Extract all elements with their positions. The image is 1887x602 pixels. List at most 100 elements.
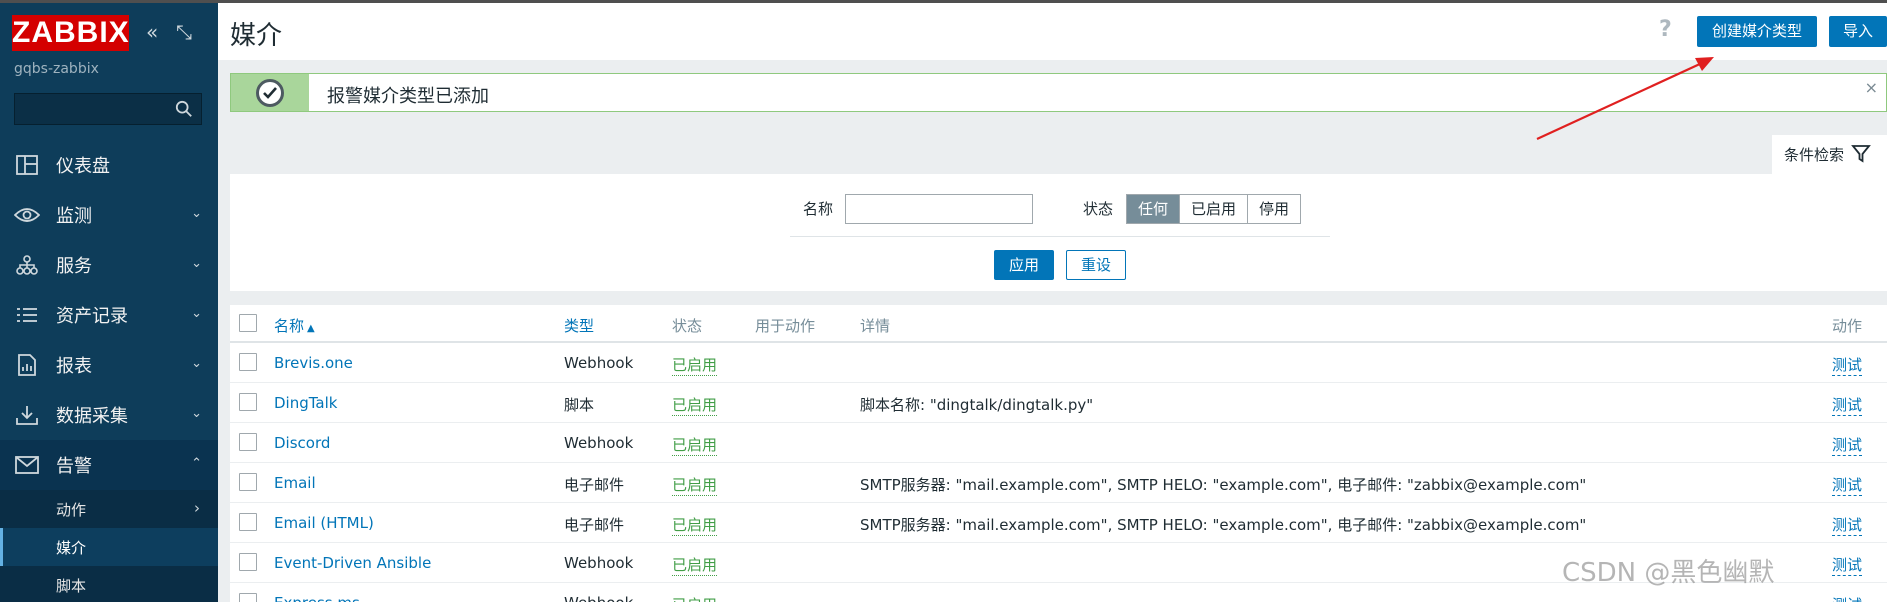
success-icon-area xyxy=(231,74,309,111)
test-link[interactable]: 测试 xyxy=(1832,474,1863,496)
filter-tab-label: 条件检索 xyxy=(1784,146,1845,164)
test-link[interactable]: 测试 xyxy=(1832,514,1863,536)
page-header: 媒介 ? 创建媒介类型 导入 xyxy=(218,3,1887,60)
menu-item-services[interactable]: 服务 ⌄ xyxy=(0,240,218,290)
sidebar: ZABBIX « ⤡ gqbs-zabbix 仪表盘 监测 ⌄ 服务 ⌄ 资产记… xyxy=(0,3,218,602)
status-toggle[interactable]: 已启用 xyxy=(672,554,718,576)
row-checkbox[interactable] xyxy=(239,593,257,602)
kiosk-mode-icon[interactable]: ⤡ xyxy=(176,21,192,43)
menu-item-label: 服务 xyxy=(56,256,92,277)
menu-item-label: 数据采集 xyxy=(56,406,128,427)
status-option-disabled[interactable]: 停用 xyxy=(1247,195,1301,223)
submenu-item-label: 脚本 xyxy=(56,576,87,595)
column-type[interactable]: 类型 xyxy=(564,315,594,336)
menu-item-reports[interactable]: 报表 ⌄ xyxy=(0,340,218,390)
menu-item-label: 仪表盘 xyxy=(56,156,110,177)
media-type-name-link[interactable]: DingTalk xyxy=(274,394,337,412)
test-link[interactable]: 测试 xyxy=(1832,434,1863,456)
envelope-icon xyxy=(14,454,40,476)
search-icon[interactable] xyxy=(175,100,193,118)
status-toggle[interactable]: 已启用 xyxy=(672,594,717,602)
table-row: Brevis.one Webhook 已启用 测试 xyxy=(230,343,1887,383)
status-toggle[interactable]: 已启用 xyxy=(672,354,718,376)
collapse-sidebar-icon[interactable]: « xyxy=(146,21,158,43)
submenu-item-label: 动作 xyxy=(56,500,87,519)
status-toggle[interactable]: 已启用 xyxy=(672,394,718,416)
message-text: 报警媒介类型已添加 xyxy=(327,86,489,107)
report-icon xyxy=(14,354,40,376)
media-type-type: 脚本 xyxy=(564,396,595,414)
media-type-name-link[interactable]: Express.ms xyxy=(274,594,360,602)
submenu-item-media-types[interactable]: 媒介 xyxy=(0,528,218,566)
chevron-down-icon: ⌄ xyxy=(191,406,202,421)
submenu-item-scripts[interactable]: 脚本 xyxy=(0,566,218,602)
menu-item-alerts[interactable]: 告警 ⌃ xyxy=(0,440,218,490)
test-link[interactable]: 测试 xyxy=(1832,554,1863,576)
column-name-label: 名称 xyxy=(274,317,305,335)
row-checkbox[interactable] xyxy=(239,513,257,531)
eye-icon xyxy=(14,204,40,226)
chevron-right-icon: › xyxy=(194,499,200,517)
media-type-type: 电子邮件 xyxy=(564,516,625,534)
submenu-item-actions[interactable]: 动作 › xyxy=(0,490,218,528)
name-filter-input[interactable] xyxy=(845,194,1033,224)
download-icon xyxy=(14,404,40,426)
table-header: 名称 ▲ 类型 状态 用于动作 详情 动作 xyxy=(230,305,1887,343)
media-type-type: Webhook xyxy=(564,354,634,372)
check-icon xyxy=(256,78,284,107)
media-type-details: SMTP服务器: "mail.example.com", SMTP HELO: … xyxy=(860,516,1587,534)
test-link[interactable]: 测试 xyxy=(1832,394,1863,416)
media-type-details: 脚本名称: "dingtalk/dingtalk.py" xyxy=(860,396,1094,414)
reset-button[interactable]: 重设 xyxy=(1066,250,1126,280)
import-button[interactable]: 导入 xyxy=(1829,16,1887,47)
test-link[interactable]: 测试 xyxy=(1832,354,1863,376)
menu-item-inventory[interactable]: 资产记录 ⌄ xyxy=(0,290,218,340)
status-toggle[interactable]: 已启用 xyxy=(672,434,718,456)
sidebar-search-input[interactable] xyxy=(14,93,202,125)
close-icon[interactable]: × xyxy=(1865,78,1878,97)
row-checkbox[interactable] xyxy=(239,393,257,411)
row-checkbox[interactable] xyxy=(239,473,257,491)
row-checkbox[interactable] xyxy=(239,353,257,371)
status-toggle[interactable]: 已启用 xyxy=(672,514,718,536)
column-used-in-actions: 用于动作 xyxy=(755,317,816,335)
page-title: 媒介 xyxy=(230,21,283,51)
zabbix-logo[interactable]: ZABBIX xyxy=(12,15,129,51)
media-type-name-link[interactable]: Event-Driven Ansible xyxy=(274,554,431,572)
media-type-name-link[interactable]: Brevis.one xyxy=(274,354,353,372)
table-row: Email (HTML) 电子邮件 已启用 SMTP服务器: "mail.exa… xyxy=(230,503,1887,543)
column-name[interactable]: 名称 ▲ xyxy=(274,315,315,336)
menu-item-label: 报表 xyxy=(56,356,92,377)
menu-item-monitoring[interactable]: 监测 ⌄ xyxy=(0,190,218,240)
filter-tab[interactable]: 条件检索 xyxy=(1772,135,1887,174)
create-media-type-button[interactable]: 创建媒介类型 xyxy=(1697,16,1817,47)
filter-panel: 名称 状态 任何 已启用 停用 应用 重设 xyxy=(230,174,1887,291)
menu-item-data-collection[interactable]: 数据采集 ⌄ xyxy=(0,390,218,440)
chevron-down-icon: ⌄ xyxy=(191,306,202,321)
services-icon xyxy=(14,254,40,276)
menu-item-label: 监测 xyxy=(56,206,92,227)
status-label: 状态 xyxy=(1083,200,1114,218)
media-type-name-link[interactable]: Email (HTML) xyxy=(274,514,374,532)
media-type-name-link[interactable]: Discord xyxy=(274,434,330,452)
select-all-checkbox[interactable] xyxy=(239,314,257,332)
table-row: Email 电子邮件 已启用 SMTP服务器: "mail.example.co… xyxy=(230,463,1887,503)
apply-button[interactable]: 应用 xyxy=(994,250,1054,280)
server-name: gqbs-zabbix xyxy=(14,61,99,77)
filter-divider xyxy=(790,236,1330,237)
row-checkbox[interactable] xyxy=(239,433,257,451)
main-menu: 仪表盘 监测 ⌄ 服务 ⌄ 资产记录 ⌄ 报表 ⌄ 数据采集 ⌄ 告警 ⌃ 动作… xyxy=(0,140,218,602)
status-option-enabled[interactable]: 已启用 xyxy=(1179,195,1248,223)
chevron-up-icon: ⌃ xyxy=(191,456,202,471)
menu-item-dashboard[interactable]: 仪表盘 xyxy=(0,140,218,190)
submenu-item-label: 媒介 xyxy=(56,538,87,557)
help-icon[interactable]: ? xyxy=(1659,17,1672,42)
column-status: 状态 xyxy=(672,317,703,335)
row-checkbox[interactable] xyxy=(239,553,257,571)
alerts-submenu: 动作 › 媒介 脚本 xyxy=(0,490,218,602)
media-type-name-link[interactable]: Email xyxy=(274,474,316,492)
chevron-down-icon: ⌄ xyxy=(191,356,202,371)
status-option-any[interactable]: 任何 xyxy=(1127,195,1180,223)
test-link[interactable]: 测试 xyxy=(1832,594,1862,602)
status-toggle[interactable]: 已启用 xyxy=(672,474,718,496)
